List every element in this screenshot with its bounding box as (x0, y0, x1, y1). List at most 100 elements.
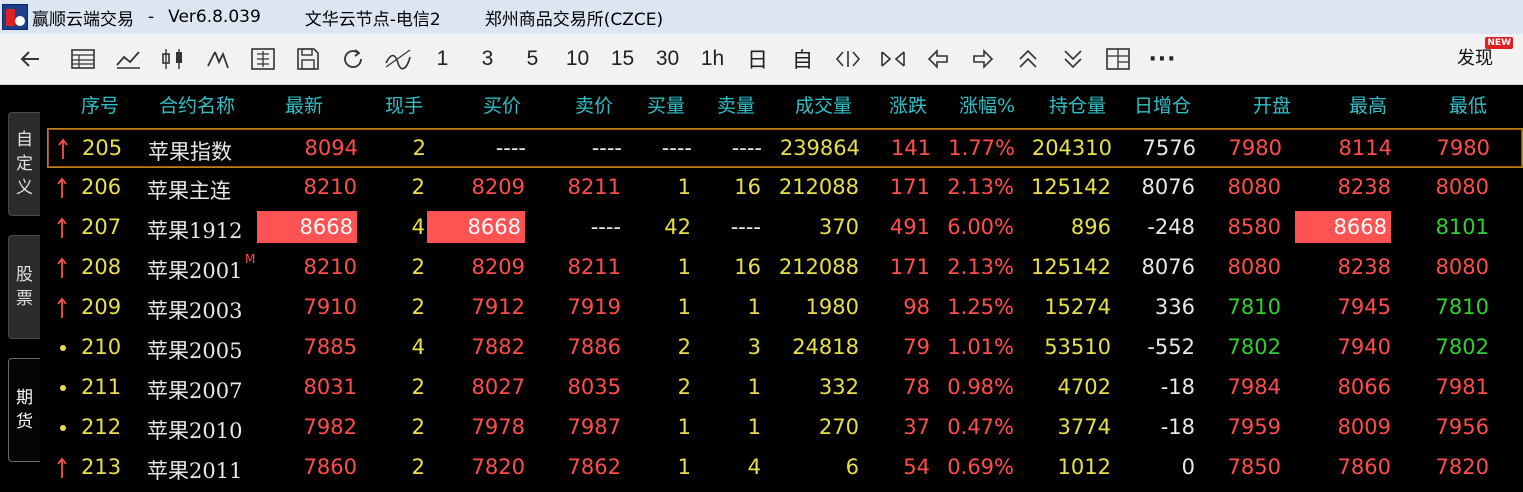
scroll-left-button[interactable] (915, 34, 960, 85)
cell-high: 7940 (1337, 335, 1391, 359)
cell-seq: 209 (81, 295, 122, 319)
back-button[interactable] (0, 34, 60, 85)
compress-horizontal-button[interactable] (870, 34, 915, 85)
cell-askvol: ---- (731, 136, 762, 160)
exchange-name: 郑州商品交易所(CZCE) (484, 9, 664, 30)
cell-vol: 24818 (792, 335, 859, 359)
cell-high: 8238 (1337, 255, 1391, 279)
header-ask[interactable]: 卖价 (575, 91, 613, 118)
layout-button[interactable] (1095, 34, 1140, 85)
header-askvol[interactable]: 卖量 (717, 91, 755, 118)
cell-ask: 8211 (567, 175, 621, 199)
table-row[interactable]: 210 苹果2005 7885 4 7882 7886 2 3 24818 79 1.01% 5351… (47, 328, 1523, 368)
refresh-button[interactable] (330, 34, 375, 85)
table-row[interactable]: 205 苹果指数 8094 2 ---- ---- ---- ---- 239864 141 1.7… (47, 128, 1523, 168)
header-high[interactable]: 最高 (1349, 91, 1387, 118)
tick-chart-button[interactable] (195, 34, 240, 85)
cell-bidvol: 1 (677, 455, 691, 479)
period-1-button[interactable]: 1 (420, 34, 465, 85)
up-arrow-icon (58, 138, 68, 159)
header-seq[interactable]: 序号 (81, 91, 119, 118)
cell-high: 8009 (1337, 415, 1391, 439)
period-custom-button[interactable]: 自 (780, 34, 825, 85)
period-30-button[interactable]: 30 (645, 34, 690, 85)
cell-dayoi: -248 (1147, 215, 1195, 239)
period-15-button[interactable]: 15 (600, 34, 645, 85)
cell-ask: 7862 (567, 455, 621, 479)
cell-pct: 6.00% (947, 215, 1014, 239)
header-chg[interactable]: 涨跌 (889, 91, 927, 118)
cell-dayoi: -552 (1147, 335, 1195, 359)
line-chart-button[interactable] (105, 34, 150, 85)
up-arrow-icon (57, 297, 67, 318)
cell-hand: 2 (411, 175, 425, 199)
kline-button[interactable] (150, 34, 195, 85)
table-row[interactable]: 209 苹果2003 7910 2 7912 7919 1 1 1980 98 1.25% 15274… (47, 288, 1523, 328)
header-bid[interactable]: 买价 (483, 91, 521, 118)
cell-askvol: 16 (734, 255, 761, 279)
cell-seq: 206 (81, 175, 122, 199)
arrow-left-outline-icon (927, 49, 948, 69)
cell-last: 7885 (303, 335, 357, 359)
period-10-button[interactable]: 10 (555, 34, 600, 85)
tab-stocks[interactable]: 股票 (8, 235, 40, 339)
header-last[interactable]: 最新 (285, 91, 323, 118)
quote-list-button[interactable] (60, 34, 105, 85)
cell-chg: 98 (903, 295, 930, 319)
cell-bid: 8027 (471, 375, 525, 399)
cell-dayoi: 7576 (1142, 136, 1196, 160)
cell-high: 8668 (1295, 211, 1391, 243)
cell-askvol: 1 (747, 375, 761, 399)
save-button[interactable] (285, 34, 330, 85)
cell-open: 8580 (1227, 215, 1281, 239)
cell-open: 7802 (1227, 335, 1281, 359)
cell-bidvol: 2 (677, 375, 691, 399)
tab-custom[interactable]: 自定义 (8, 112, 40, 216)
cell-last: 8668 (257, 211, 357, 243)
cell-vol: 6 (845, 455, 859, 479)
cell-ask: ---- (590, 215, 621, 239)
cell-bidvol: ---- (661, 136, 692, 160)
cell-oi: 896 (1070, 215, 1111, 239)
zoom-horizontal-button[interactable] (825, 34, 870, 85)
header-dayoi[interactable]: 日增仓 (1134, 91, 1191, 118)
tab-futures[interactable]: 期货 (8, 358, 40, 462)
table-row[interactable]: 211 苹果2007 8031 2 8027 8035 2 1 332 78 0.98% 4702 -1… (47, 368, 1523, 408)
header-open[interactable]: 开盘 (1253, 91, 1291, 118)
table-row[interactable]: 206 苹果主连 8210 2 8209 8211 1 16 212088 171 2.13% 125… (47, 168, 1523, 208)
header-bidvol[interactable]: 买量 (647, 91, 685, 118)
cell-hand: 2 (411, 255, 425, 279)
period-3-button[interactable]: 3 (465, 34, 510, 85)
indicator-button[interactable] (375, 34, 420, 85)
table-row[interactable]: 208 苹果2001 M 8210 2 8209 8211 1 16 212088 171 2.13%… (47, 248, 1523, 288)
more-button[interactable]: ··· (1140, 34, 1185, 85)
cell-vol: 270 (818, 415, 859, 439)
cell-oi: 125142 (1030, 255, 1111, 279)
table-row[interactable]: 207 苹果1912 8668 4 8668 ---- 42 ---- 370 491 6.00% 8… (47, 208, 1523, 248)
header-pct[interactable]: 涨幅% (959, 91, 1015, 118)
period-1h-button[interactable]: 1h (690, 34, 735, 85)
cell-askvol: 4 (747, 455, 761, 479)
cell-bid: 7882 (471, 335, 525, 359)
header-hand[interactable]: 现手 (385, 91, 423, 118)
scroll-right-button[interactable] (960, 34, 1005, 85)
order-panel-button[interactable] (240, 34, 285, 85)
cell-oi: 3774 (1057, 415, 1111, 439)
header-oi[interactable]: 持仓量 (1049, 91, 1106, 118)
line-chart-icon (115, 51, 140, 69)
table-row[interactable]: 213 苹果2011 7860 2 7820 7862 1 4 6 54 0.69% 1012 0 785… (47, 448, 1523, 488)
page-down-button[interactable] (1050, 34, 1095, 85)
header-vol[interactable]: 成交量 (795, 91, 852, 118)
dot-icon (60, 345, 66, 351)
page-up-button[interactable] (1005, 34, 1050, 85)
header-name[interactable]: 合约名称 (159, 91, 235, 118)
cell-low: 7820 (1435, 455, 1489, 479)
table-row[interactable]: 212 苹果2010 7982 2 7978 7987 1 1 270 37 0.47% 3774 -1… (47, 408, 1523, 448)
cell-bid: 8668 (427, 211, 525, 243)
period-day-button[interactable]: 日 (735, 34, 780, 85)
header-low[interactable]: 最低 (1449, 91, 1487, 118)
app-name: 赢顺云端交易 (32, 9, 134, 30)
cell-hand: 2 (411, 295, 425, 319)
cell-ask: 7919 (567, 295, 621, 319)
period-5-button[interactable]: 5 (510, 34, 555, 85)
